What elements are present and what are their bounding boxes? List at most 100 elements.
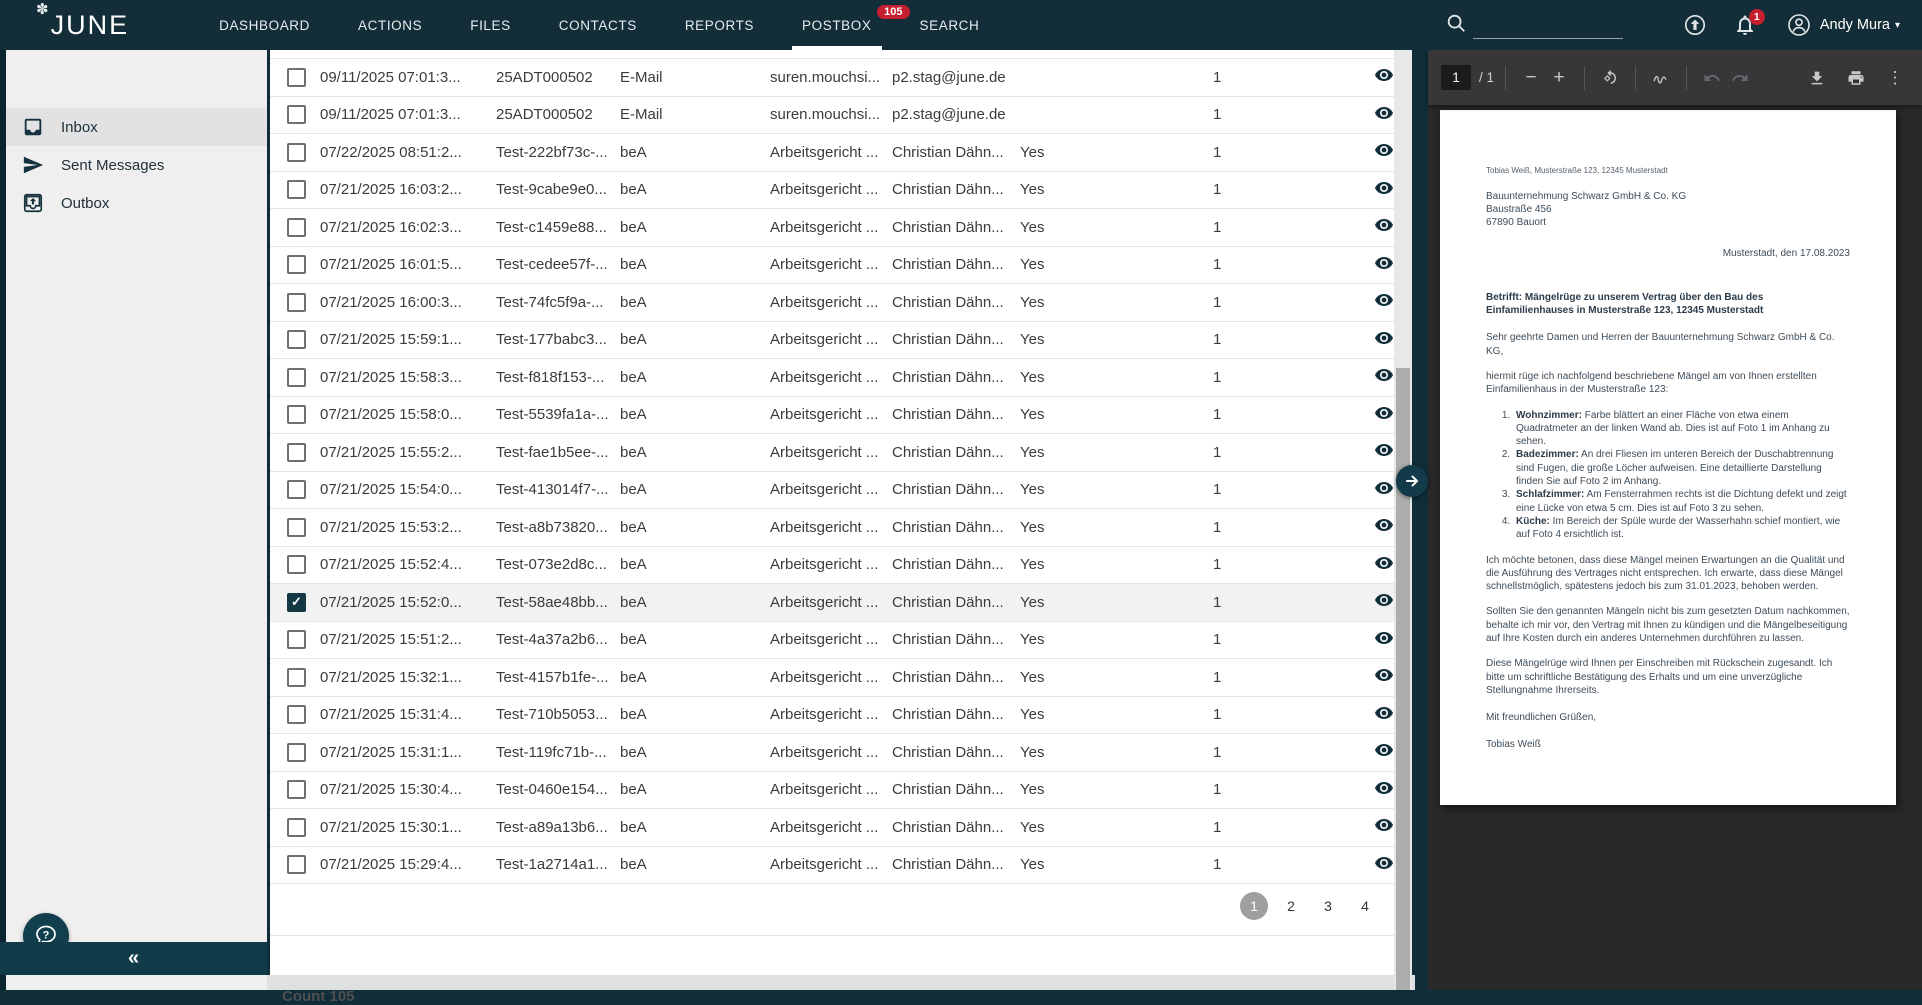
view-icon[interactable] bbox=[1374, 365, 1394, 389]
table-row[interactable]: 07/21/2025 16:02:3... Test-c1459e88... b… bbox=[270, 209, 1412, 247]
upload-button[interactable] bbox=[1683, 13, 1707, 37]
view-icon[interactable] bbox=[1374, 440, 1394, 464]
view-icon[interactable] bbox=[1374, 815, 1394, 839]
view-icon[interactable] bbox=[1374, 515, 1394, 539]
table-row[interactable]: 07/21/2025 15:30:1... Test-a89a13b6... b… bbox=[270, 809, 1412, 847]
table-row[interactable]: 07/21/2025 16:03:2... Test-9cabe9e0... b… bbox=[270, 172, 1412, 210]
view-icon[interactable] bbox=[1374, 553, 1394, 577]
row-checkbox[interactable] bbox=[287, 780, 306, 799]
more-options-button[interactable]: ⋮ bbox=[1881, 64, 1909, 92]
app-logo[interactable]: ✽ JUNE bbox=[36, 2, 129, 48]
view-icon[interactable] bbox=[1374, 178, 1394, 202]
user-name[interactable]: Andy Mura bbox=[1820, 17, 1890, 33]
row-checkbox[interactable] bbox=[287, 368, 306, 387]
view-icon[interactable] bbox=[1374, 253, 1394, 277]
global-search-input[interactable] bbox=[1473, 15, 1623, 39]
view-icon[interactable] bbox=[1374, 703, 1394, 727]
row-checkbox[interactable] bbox=[287, 668, 306, 687]
row-checkbox[interactable] bbox=[287, 405, 306, 424]
undo-button[interactable] bbox=[1698, 64, 1726, 92]
notifications-button[interactable]: 1 bbox=[1733, 13, 1757, 37]
view-icon[interactable] bbox=[1374, 665, 1394, 689]
table-row[interactable]: 07/21/2025 15:54:0... Test-413014f7-... … bbox=[270, 472, 1412, 510]
row-checkbox[interactable] bbox=[287, 630, 306, 649]
print-button[interactable] bbox=[1842, 64, 1870, 92]
row-checkbox[interactable] bbox=[287, 555, 306, 574]
table-row[interactable]: 07/21/2025 15:58:3... Test-f818f153-... … bbox=[270, 359, 1412, 397]
view-icon[interactable] bbox=[1374, 590, 1394, 614]
table-row[interactable]: 07/21/2025 15:32:1... Test-4157b1fe-... … bbox=[270, 659, 1412, 697]
table-row[interactable]: 07/21/2025 15:59:1... Test-177babc3... b… bbox=[270, 322, 1412, 360]
view-icon[interactable] bbox=[1374, 103, 1394, 127]
view-icon[interactable] bbox=[1374, 328, 1394, 352]
zoom-out-button[interactable]: − bbox=[1517, 64, 1545, 92]
table-row[interactable]: 07/21/2025 15:52:4... Test-073e2d8c... b… bbox=[270, 547, 1412, 585]
row-checkbox[interactable] bbox=[287, 818, 306, 837]
table-row[interactable]: 07/21/2025 15:53:2... Test-a8b73820... b… bbox=[270, 509, 1412, 547]
row-checkbox[interactable] bbox=[287, 480, 306, 499]
redo-button[interactable] bbox=[1726, 64, 1754, 92]
page-button-3[interactable]: 3 bbox=[1314, 892, 1342, 920]
nav-item-search[interactable]: SEARCH bbox=[896, 0, 1004, 50]
page-number-input[interactable] bbox=[1441, 65, 1471, 90]
row-checkbox[interactable] bbox=[287, 68, 306, 87]
row-checkbox[interactable] bbox=[287, 855, 306, 874]
table-row[interactable]: 07/21/2025 15:29:4... Test-1a2714a1... b… bbox=[270, 847, 1412, 885]
row-checkbox[interactable] bbox=[287, 330, 306, 349]
row-checkbox[interactable] bbox=[287, 143, 306, 162]
row-checkbox[interactable] bbox=[287, 180, 306, 199]
nav-item-dashboard[interactable]: DASHBOARD bbox=[195, 0, 334, 50]
sidebar-item-sent-messages[interactable]: Sent Messages bbox=[0, 146, 267, 184]
view-icon[interactable] bbox=[1374, 740, 1394, 764]
zoom-in-button[interactable]: + bbox=[1545, 64, 1573, 92]
view-icon[interactable] bbox=[1374, 853, 1394, 877]
sidebar-item-outbox[interactable]: Outbox bbox=[0, 184, 267, 222]
view-icon[interactable] bbox=[1374, 215, 1394, 239]
page-button-4[interactable]: 4 bbox=[1351, 892, 1379, 920]
search-icon[interactable] bbox=[1445, 12, 1467, 39]
view-icon[interactable] bbox=[1374, 778, 1394, 802]
nav-item-postbox[interactable]: POSTBOX105 bbox=[778, 0, 895, 50]
chevron-down-icon[interactable]: ▾ bbox=[1895, 20, 1900, 31]
table-row[interactable]: 09/11/2025 07:01:3... 25ADT000502 E-Mail… bbox=[270, 59, 1412, 97]
sidebar-item-inbox[interactable]: Inbox bbox=[0, 108, 267, 146]
row-checkbox[interactable] bbox=[287, 105, 306, 124]
table-row[interactable]: 07/21/2025 15:30:4... Test-0460e154... b… bbox=[270, 772, 1412, 810]
view-icon[interactable] bbox=[1374, 478, 1394, 502]
nav-item-contacts[interactable]: CONTACTS bbox=[535, 0, 661, 50]
row-checkbox[interactable] bbox=[287, 705, 306, 724]
table-row[interactable]: 07/21/2025 15:51:2... Test-4a37a2b6... b… bbox=[270, 622, 1412, 660]
nav-item-actions[interactable]: ACTIONS bbox=[334, 0, 446, 50]
row-checkbox[interactable] bbox=[287, 443, 306, 462]
view-icon[interactable] bbox=[1374, 628, 1394, 652]
nav-item-reports[interactable]: REPORTS bbox=[661, 0, 778, 50]
row-checkbox[interactable] bbox=[287, 255, 306, 274]
ink-annotate-button[interactable] bbox=[1647, 64, 1675, 92]
row-checkbox[interactable] bbox=[287, 518, 306, 537]
view-icon[interactable] bbox=[1374, 140, 1394, 164]
table-row[interactable]: ✓ 07/21/2025 15:52:0... Test-58ae48bb...… bbox=[270, 584, 1412, 622]
table-scrollbar-thumb[interactable] bbox=[1396, 368, 1410, 990]
table-row[interactable]: 07/22/2025 08:51:2... Test-222bf73c-... … bbox=[270, 134, 1412, 172]
user-avatar[interactable] bbox=[1787, 13, 1811, 37]
row-checkbox[interactable] bbox=[287, 293, 306, 312]
table-row[interactable]: 07/21/2025 16:01:5... Test-cedee57f-... … bbox=[270, 247, 1412, 285]
view-icon[interactable] bbox=[1374, 65, 1394, 89]
table-row[interactable]: 07/21/2025 15:55:2... Test-fae1b5ee-... … bbox=[270, 434, 1412, 472]
table-row[interactable]: 07/21/2025 16:00:3... Test-74fc5f9a-... … bbox=[270, 284, 1412, 322]
row-checkbox[interactable]: ✓ bbox=[287, 593, 306, 612]
table-row[interactable]: 07/21/2025 15:31:1... Test-119fc71b-... … bbox=[270, 734, 1412, 772]
view-icon[interactable] bbox=[1374, 290, 1394, 314]
row-checkbox[interactable] bbox=[287, 743, 306, 762]
download-button[interactable] bbox=[1803, 64, 1831, 92]
rotate-button[interactable] bbox=[1596, 64, 1624, 92]
view-icon[interactable] bbox=[1374, 403, 1394, 427]
row-checkbox[interactable] bbox=[287, 218, 306, 237]
sidebar-collapse-button[interactable]: « bbox=[0, 942, 267, 975]
table-row[interactable]: 09/11/2025 07:01:3... 25ADT000502 E-Mail… bbox=[270, 97, 1412, 135]
page-button-1[interactable]: 1 bbox=[1240, 892, 1268, 920]
page-button-2[interactable]: 2 bbox=[1277, 892, 1305, 920]
table-row[interactable]: 07/21/2025 15:58:0... Test-5539fa1a-... … bbox=[270, 397, 1412, 435]
table-row[interactable]: 07/21/2025 15:31:4... Test-710b5053... b… bbox=[270, 697, 1412, 735]
expand-viewer-button[interactable] bbox=[1396, 465, 1428, 497]
